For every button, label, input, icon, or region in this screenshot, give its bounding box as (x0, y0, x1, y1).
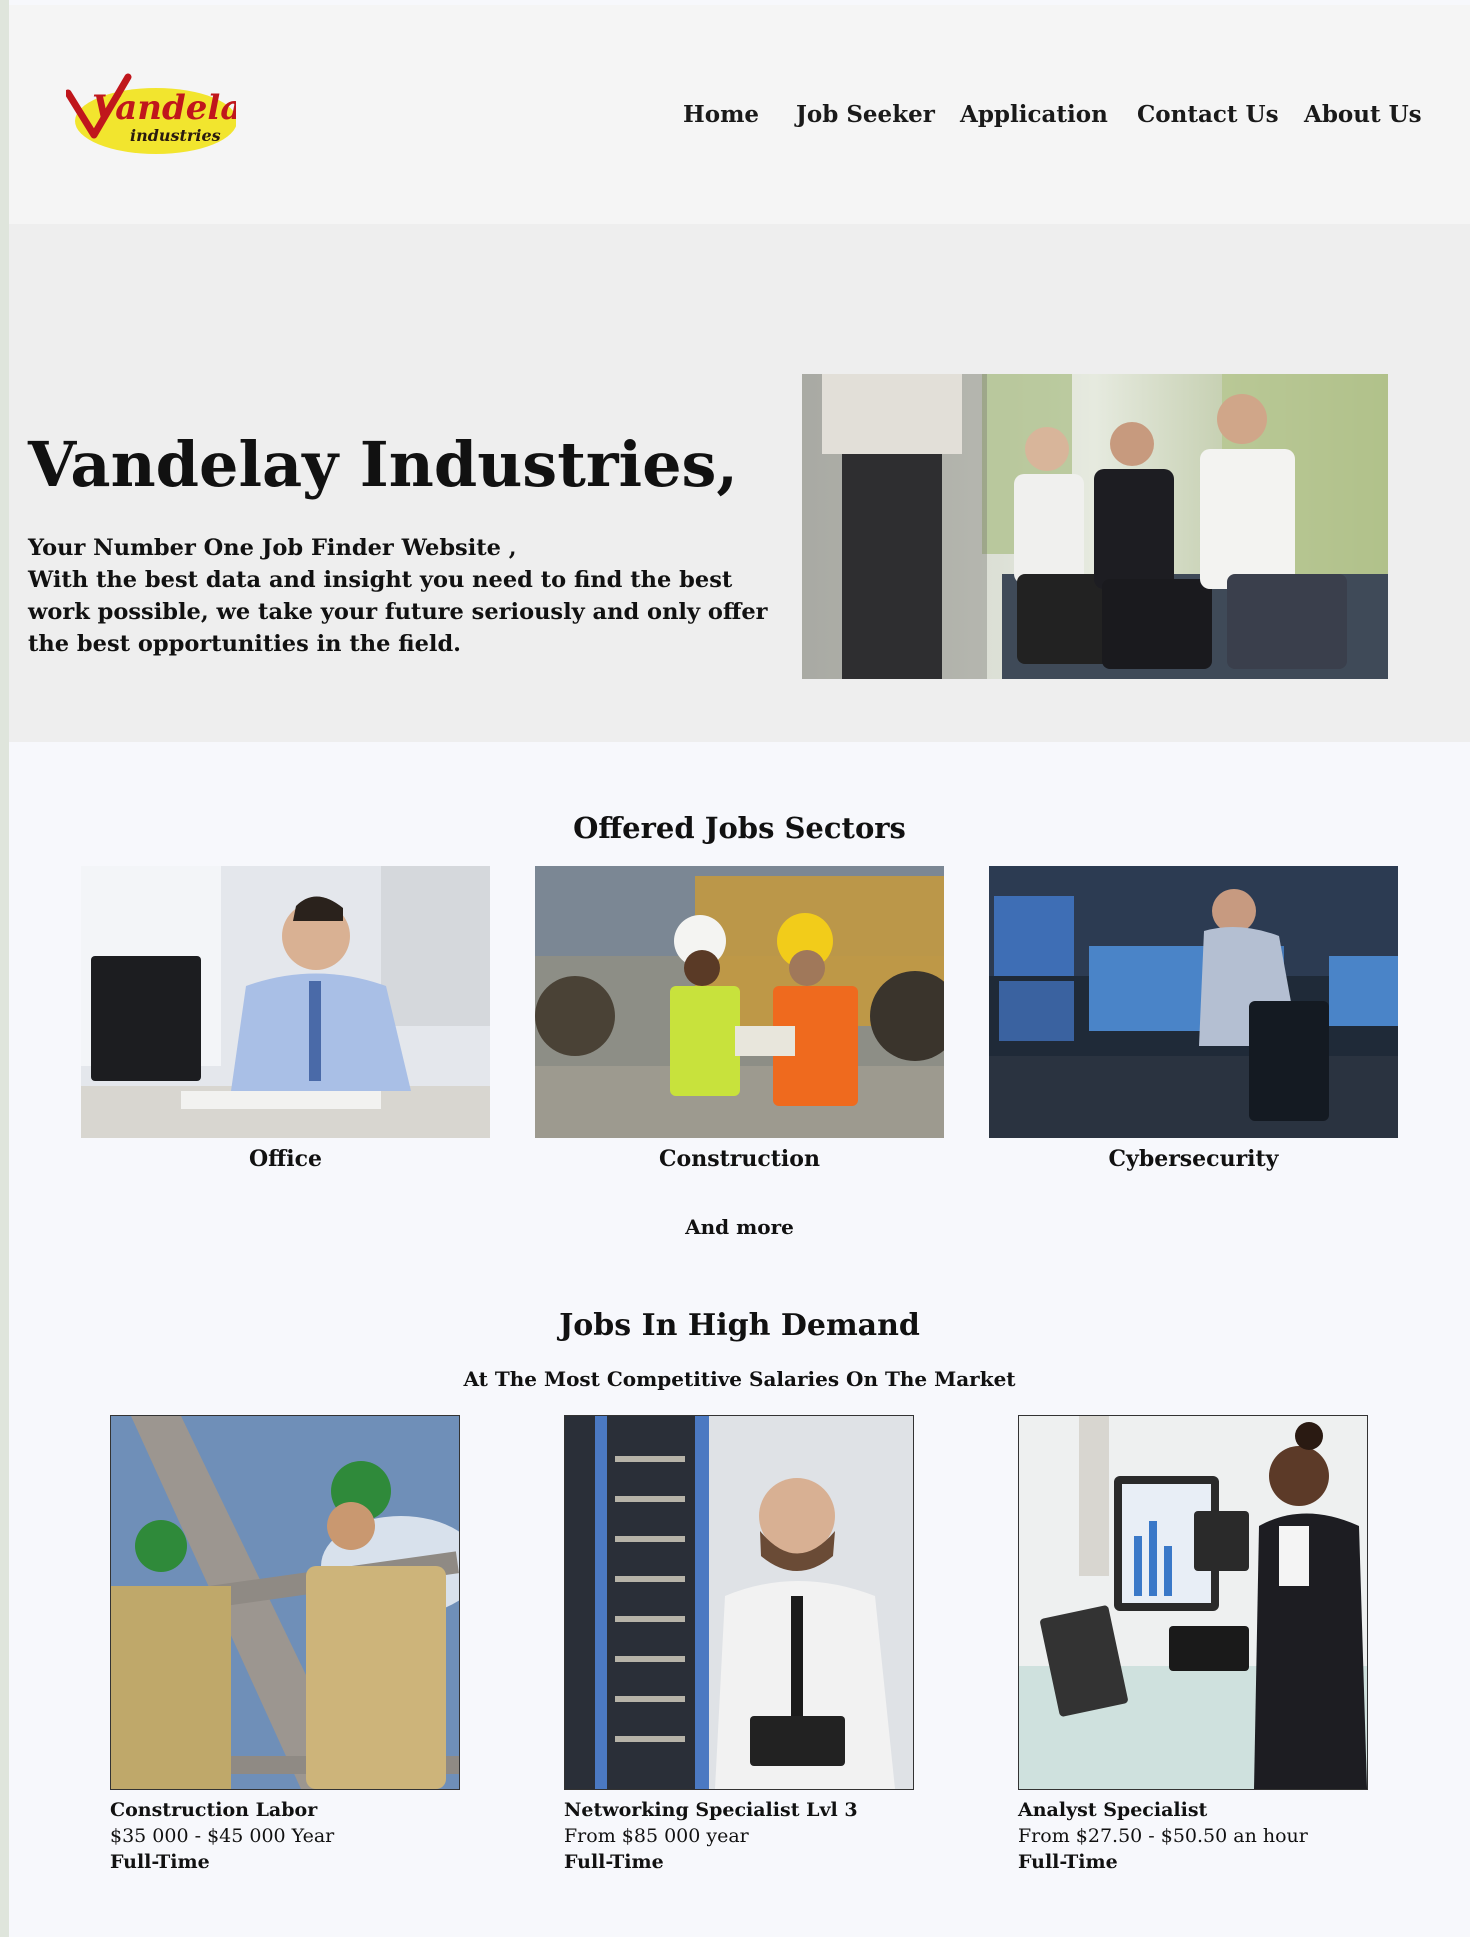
analyst-specialist-photo[interactable] (1018, 1415, 1368, 1790)
nav-about-us[interactable]: About Us (1304, 97, 1422, 133)
job-salary: From $27.50 - $50.50 an hour (1018, 1825, 1308, 1847)
office-sector-photo[interactable] (81, 866, 490, 1138)
construction-sector-photo[interactable] (535, 866, 944, 1138)
main-nav: Home Job Seeker Application Contact Us A… (9, 97, 1470, 133)
hero-tagline: Your Number One Job Finder Website , (28, 535, 517, 561)
job-card-analyst-specialist: Analyst Specialist From $27.50 - $50.50 … (1018, 1797, 1398, 1875)
job-salary: From $85 000 year (564, 1825, 749, 1847)
sector-label-cybersecurity[interactable]: Cybersecurity (989, 1144, 1398, 1174)
jobs-subtitle: At The Most Competitive Salaries On The … (463, 1367, 1016, 1391)
job-title[interactable]: Construction Labor (110, 1797, 490, 1823)
construction-labor-photo[interactable] (110, 1415, 460, 1790)
job-type: Full-Time (564, 1851, 664, 1873)
nav-application[interactable]: Application (960, 97, 1108, 133)
job-type: Full-Time (1018, 1851, 1118, 1873)
networking-specialist-photo[interactable] (564, 1415, 914, 1790)
job-salary: $35 000 - $45 000 Year (110, 1825, 335, 1847)
hero-title: Vandelay Industries, (28, 428, 739, 501)
job-title[interactable]: Networking Specialist Lvl 3 (564, 1797, 944, 1823)
sector-label-construction[interactable]: Construction (535, 1144, 944, 1174)
hero-description: With the best data and insight you need … (28, 567, 768, 657)
cybersecurity-sector-photo[interactable] (989, 866, 1398, 1138)
nav-contact-us[interactable]: Contact Us (1137, 97, 1279, 133)
job-card-construction-labor: Construction Labor $35 000 - $45 000 Yea… (110, 1797, 490, 1875)
job-title[interactable]: Analyst Specialist (1018, 1797, 1398, 1823)
job-type: Full-Time (110, 1851, 210, 1873)
job-card-networking-specialist: Networking Specialist Lvl 3 From $85 000… (564, 1797, 944, 1875)
more-sectors-link[interactable]: And more (9, 1213, 1470, 1241)
site-header: Vandelay industries Home Job Seeker Appl… (9, 5, 1470, 224)
sector-label-office[interactable]: Office (81, 1144, 490, 1174)
page: Vandelay industries Home Job Seeker Appl… (9, 0, 1470, 1937)
hero-section: Vandelay Industries, Your Number One Job… (9, 224, 1470, 742)
team-meeting-photo (802, 374, 1388, 679)
hero-text: Your Number One Job Finder Website , Wit… (28, 532, 768, 660)
nav-job-seeker[interactable]: Job Seeker (796, 97, 935, 133)
sectors-title: Offered Jobs Sectors (573, 811, 906, 845)
jobs-title: Jobs In High Demand (559, 1308, 920, 1343)
nav-home[interactable]: Home (683, 97, 759, 133)
